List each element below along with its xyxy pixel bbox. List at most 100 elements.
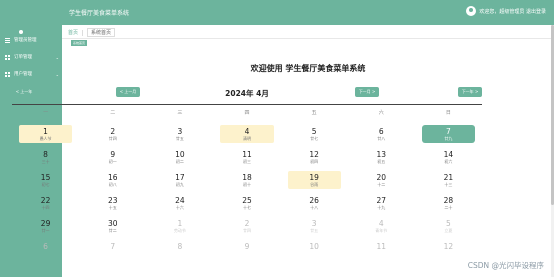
lunar-label: 廿八 [377,136,386,141]
lunar-label: 廿四 [108,136,117,141]
lunar-label: 初三 [242,159,251,164]
breadcrumb: 首页 系统首页 [68,28,116,37]
calendar-day[interactable]: 11 初三 [213,147,280,170]
day-number: 15 [40,173,51,182]
day-number: 17 [175,173,185,182]
weekday-label: 二 [110,110,116,116]
calendar-day[interactable]: 16 初八 [79,170,146,193]
calendar-day[interactable]: 9 [213,239,280,262]
user-menu[interactable]: 欢迎您，超级管理员 退出登录 [479,8,546,15]
divider [62,38,554,39]
calendar-day[interactable]: 4 青年节 [348,216,415,239]
lunar-label: 清明 [242,136,251,141]
calendar-day[interactable]: 19 谷雨 [281,170,348,193]
calendar-day[interactable]: 13 初五 [348,147,415,170]
calendar-day[interactable]: 10 [281,239,348,262]
day-number: 10 [175,150,185,159]
calendar-day[interactable]: 5 立夏 [415,216,482,239]
admin-icon [5,37,10,43]
calendar-day[interactable]: 30 廿二 [79,216,146,239]
calendar-day[interactable]: 6 廿八 [348,124,415,147]
calendar-day[interactable]: 21 十三 [415,170,482,193]
sidebar-item-users[interactable]: 用户管理 ⌄ [5,71,61,77]
weekday-label: 一 [43,110,49,116]
calendar-day[interactable]: 24 十六 [146,193,213,216]
day-number: 11 [376,242,387,251]
calendar-day[interactable]: 29 廿一 [12,216,79,239]
calendar-day[interactable]: 10 初二 [146,147,213,170]
calendar-day[interactable]: 3 廿五 [281,216,348,239]
day-number: 9 [244,242,250,251]
calendar-day[interactable]: 8 [146,239,213,262]
calendar-day[interactable]: 11 [348,239,415,262]
lunar-label: 十五 [108,205,117,210]
lunar-label: 廿七 [310,136,319,141]
day-number: 28 [443,196,454,205]
lunar-label: 廿四 [242,228,251,233]
day-number: 6 [378,127,384,136]
calendar-day[interactable]: 27 十九 [348,193,415,216]
day-number: 11 [242,150,252,159]
watermark: CSDN @光闪毕设程序 [467,261,544,270]
calendar-day[interactable]: 4 清明 [213,124,280,147]
calendar-day[interactable]: 12 [415,239,482,262]
calendar-day[interactable]: 25 十七 [213,193,280,216]
day-number: 18 [242,173,252,182]
lunar-label: 初二 [175,159,184,164]
calendar-day-today[interactable]: 7 廿九 [415,124,482,147]
calendar-day[interactable]: 20 十二 [348,170,415,193]
day-number: 13 [376,150,387,159]
weekday-label: 六 [378,110,384,116]
day-number: 26 [309,196,319,205]
day-number: 4 [378,219,384,228]
calendar-day[interactable]: 26 十八 [281,193,348,216]
calendar-day[interactable]: 3 廿五 [146,124,213,147]
calendar-rule [12,104,482,105]
next-month-button[interactable]: 下一月 > [355,87,379,97]
breadcrumb-current[interactable]: 系统首页 [87,28,116,37]
lunar-label: 青年节 [375,228,388,233]
calendar-day[interactable]: 9 初一 [79,147,146,170]
lunar-label: 廿二 [108,228,117,233]
calendar-day[interactable]: 22 十四 [12,193,79,216]
calendar-day[interactable]: 1 愚人节 [12,124,79,147]
calendar-grid: 1 愚人节 2 廿四 3 廿五 4 清明 5 廿七 6 廿八 7 廿九 8 三十 9 初一 10 初二 11 初三 12 初四… [12,124,482,262]
calendar-day[interactable]: 12 初四 [281,147,348,170]
calendar-day[interactable]: 2 廿四 [79,124,146,147]
lunar-label: 初七 [41,182,50,187]
day-number: 1 [43,127,48,136]
lunar-label: 初五 [377,159,386,164]
calendar-day[interactable]: 6 [12,239,79,262]
calendar-day[interactable]: 2 廿四 [213,216,280,239]
sidebar-item-orders[interactable]: 订单管理 ⌄ [5,54,61,60]
day-number: 3 [177,127,183,136]
calendar-day[interactable]: 1 劳动节 [146,216,213,239]
lunar-label: 廿九 [444,136,453,141]
calendar-day[interactable]: 23 十五 [79,193,146,216]
lunar-label: 初八 [108,182,117,187]
lunar-label: 初四 [310,159,319,164]
calendar-day[interactable]: 5 廿七 [281,124,348,147]
day-number: 12 [309,150,319,159]
next-year-button[interactable]: 下一年 > [458,87,482,97]
day-number: 23 [107,196,118,205]
lunar-label: 劳动节 [173,228,186,233]
lunar-label: 十二 [377,182,386,187]
sidebar-item-admin[interactable]: 管理员管理 [5,37,61,43]
lunar-label: 愚人节 [39,136,52,141]
calendar-day[interactable]: 8 三十 [12,147,79,170]
day-number: 22 [40,196,51,205]
day-number: 2 [244,219,250,228]
page-tag[interactable]: 系统首页 [71,40,88,46]
calendar-day[interactable]: 14 初六 [415,147,482,170]
weekday-header: 一二三四五六日 [12,109,482,117]
breadcrumb-home[interactable]: 首页 [68,29,78,36]
sidebar-item-label: 订单管理 [14,55,32,60]
weekday-label: 四 [244,110,250,116]
calendar-day[interactable]: 28 二十 [415,193,482,216]
calendar-day[interactable]: 17 初九 [146,170,213,193]
avatar[interactable] [466,6,477,16]
calendar-day[interactable]: 7 [79,239,146,262]
calendar-day[interactable]: 15 初七 [12,170,79,193]
calendar-day[interactable]: 18 初十 [213,170,280,193]
